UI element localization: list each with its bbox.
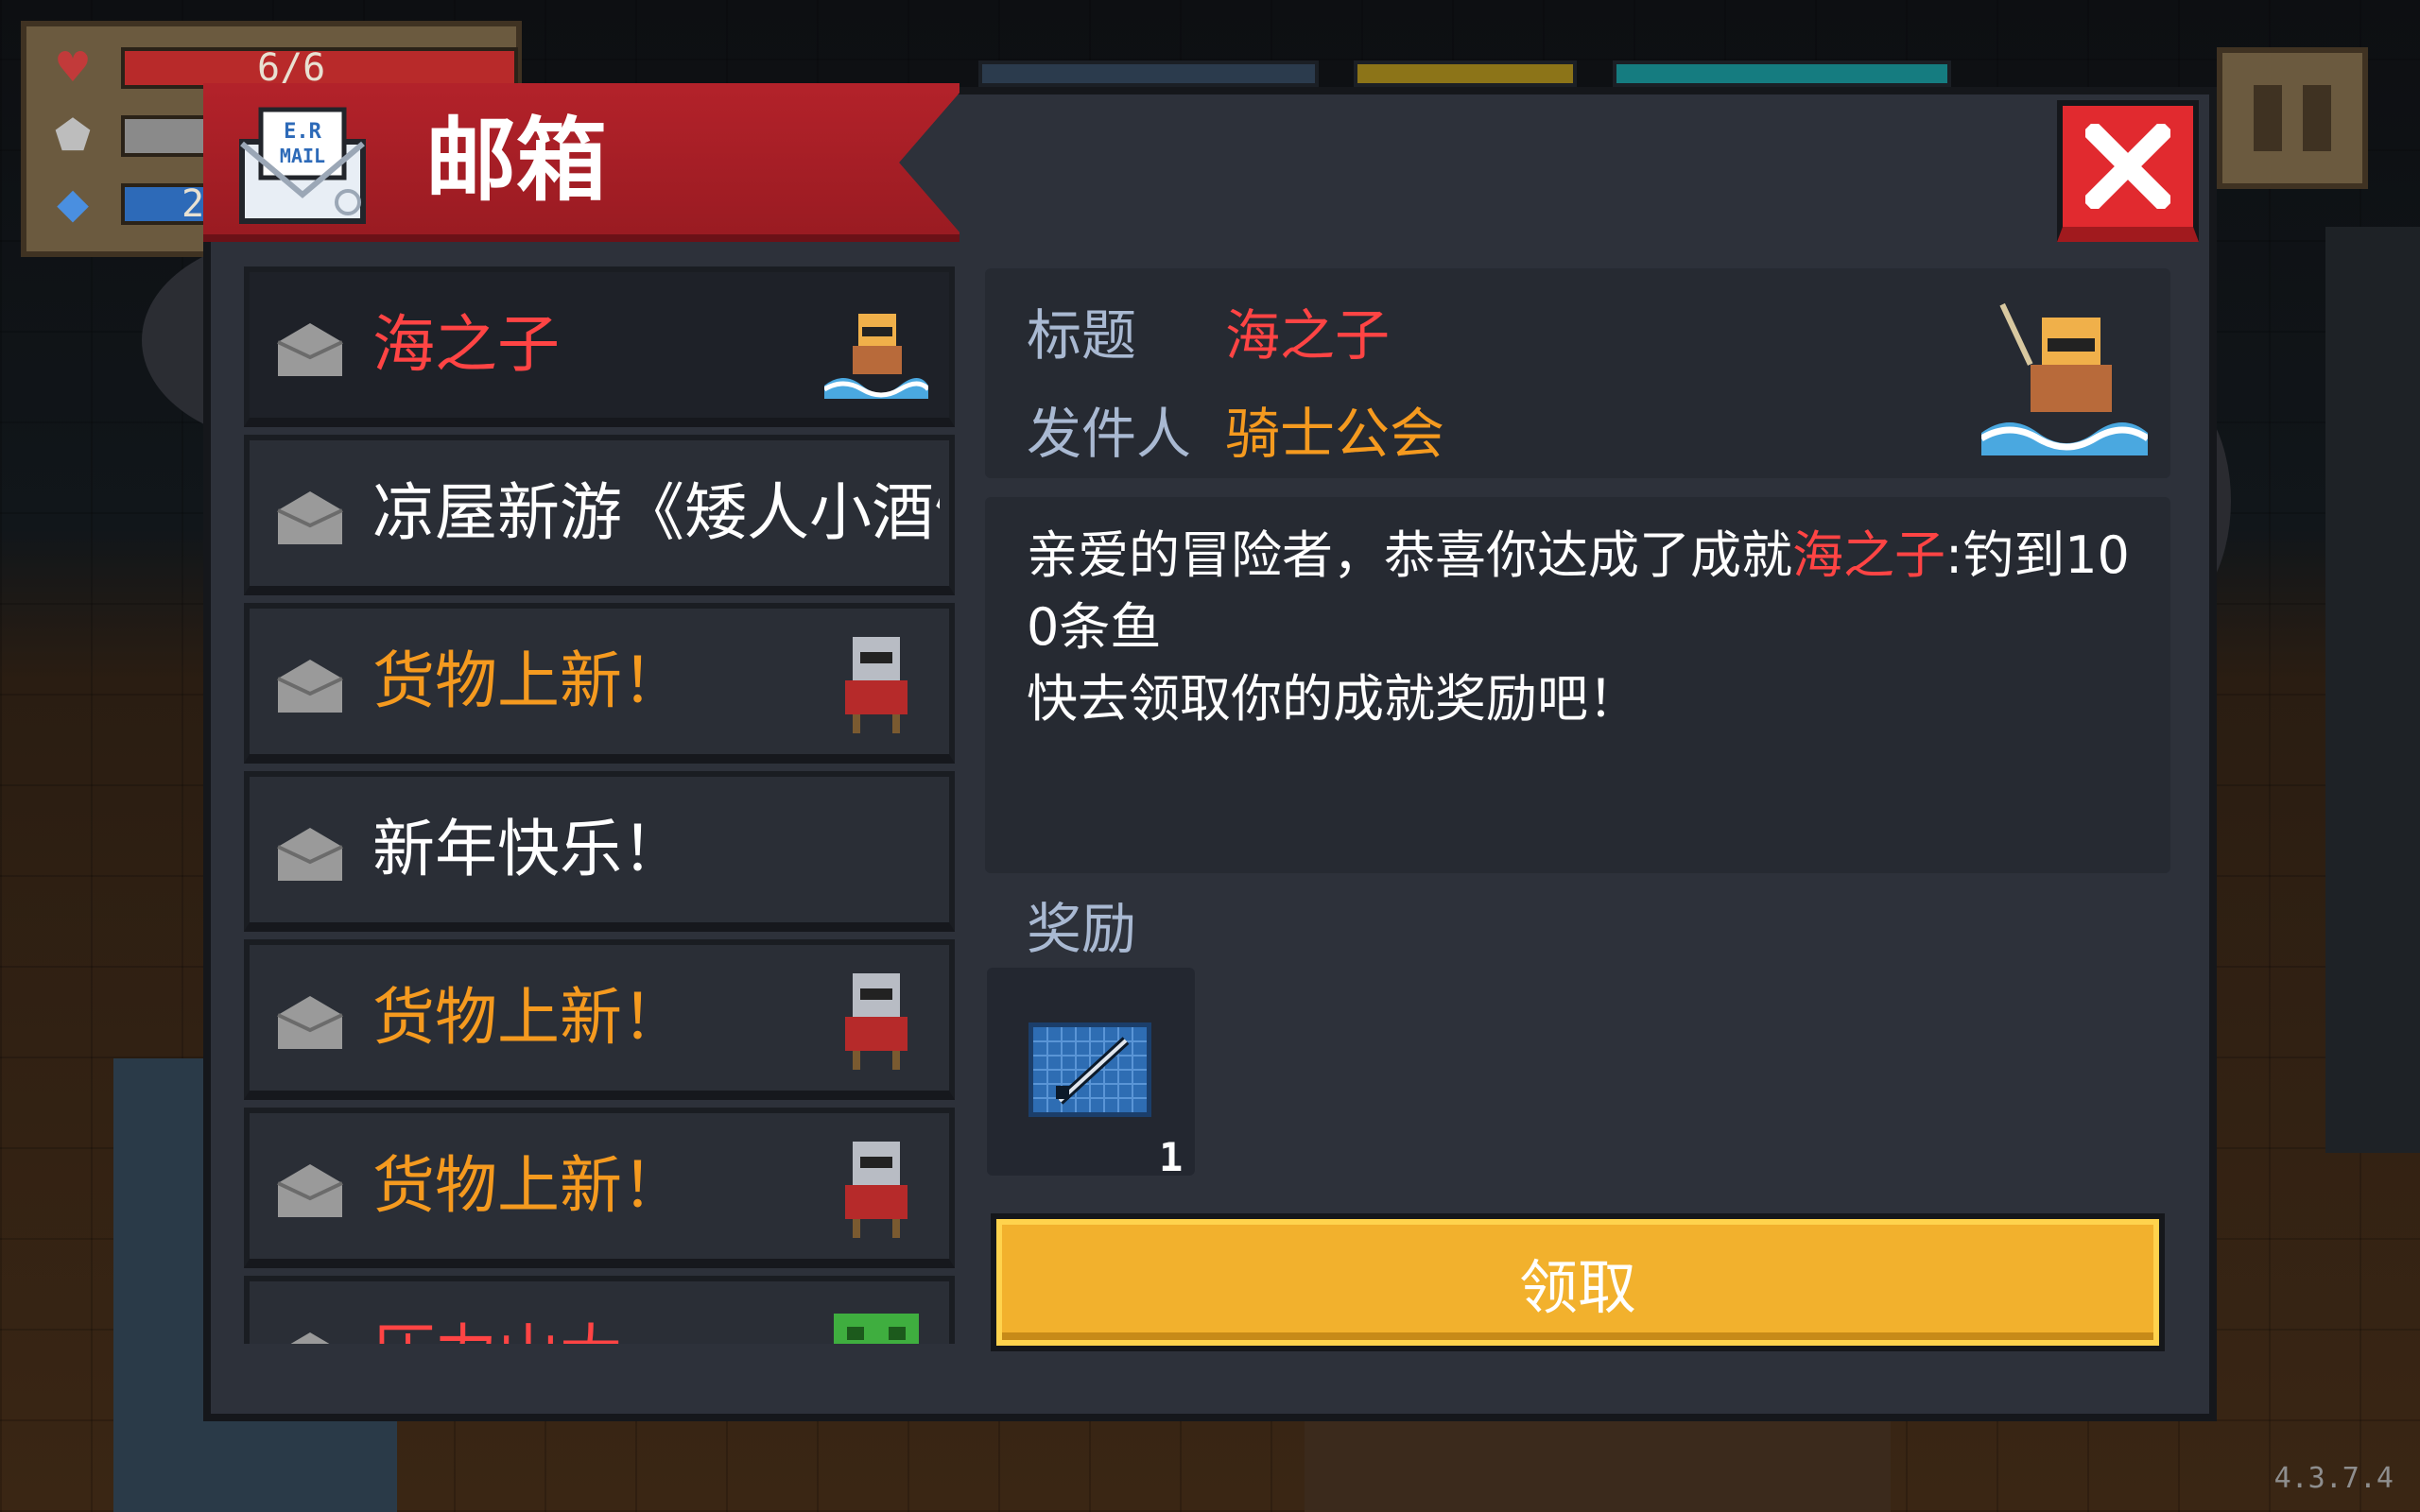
claim-button[interactable]: 领取 [991,1213,2165,1351]
armor-row: ⬟ [49,112,96,161]
frog-portrait-icon [834,1314,919,1344]
title-label: 标题 [1027,303,1137,368]
merchant-portrait-icon [845,1142,908,1238]
shield-icon: ⬟ [54,112,92,160]
envelope-icon [277,1164,343,1217]
mail-body: 亲爱的冒险者，恭喜你达成了成就海之子:钓到100条鱼 快去领取你的成就奖励吧！ [985,497,2170,873]
envelope-icon [277,491,343,544]
heart-icon: ♥ [54,43,92,92]
dialog-title: 邮箱 [425,108,607,214]
envelope-icon [290,1332,330,1344]
sender-value: 骑士公会 [1225,402,1445,466]
sender-label: 发件人 [1027,402,1192,466]
energy-row: ◆ [49,180,96,229]
mail-icon: E.R MAIL [239,107,366,224]
pause-button[interactable] [2217,47,2368,189]
hp-row: ♥ [49,43,96,93]
background-object [1305,1418,1891,1512]
mail-body-text: 亲爱的冒险者，恭喜你达成了成就海之子:钓到100条鱼 快去领取你的成就奖励吧！ [1027,520,2142,735]
reward-slot[interactable]: 1 [987,968,1195,1180]
top-status-tab [1354,60,1577,87]
claim-label: 领取 [1518,1253,1636,1322]
pause-icon [2254,85,2282,151]
mail-list-item[interactable]: 海之子 [244,266,955,427]
body-highlight: 海之子 [1792,525,1945,585]
hp-bar: 6/6 [121,47,518,89]
envelope-icon [277,323,343,376]
fishing-rod-blueprint-icon [1028,1022,1151,1117]
svg-text:E.R: E.R [284,120,321,144]
mail-list-item[interactable]: 压力山大 [244,1276,955,1344]
mail-list-item[interactable]: 凉屋新游《矮人小酒馆》 [244,435,955,595]
mail-title: 凉屋新游《矮人小酒馆》 [372,476,940,549]
mail-list-item[interactable]: 货物上新！ [244,1108,955,1268]
envelope-icon [277,660,343,713]
top-status-tab [1613,60,1951,87]
close-button[interactable] [2057,100,2199,242]
close-icon [2085,124,2170,209]
diamond-icon: ◆ [57,180,89,228]
mail-list-item[interactable]: 货物上新！ [244,939,955,1100]
merchant-portrait-icon [845,637,908,733]
svg-text:MAIL: MAIL [280,145,325,167]
body-text-part: 亲爱的冒险者，恭喜你达成了成就 [1027,525,1792,585]
top-status-tab [978,60,1319,87]
fisher-portrait-icon [1981,302,2148,455]
mail-list-item[interactable]: 新年快乐！ [244,771,955,932]
fisher-portrait-icon [824,314,928,399]
title-value: 海之子 [1225,303,1391,368]
background-object [2325,227,2420,1153]
version-label: 4.3.7.4 [2273,1462,2394,1495]
reward-label: 奖励 [1027,897,1137,961]
mail-list[interactable]: 海之子 凉屋新游《矮人小酒馆》 货物上新！ 新年快乐！ 货物上新！ 货物上新！ [244,266,955,1344]
mail-title: 新年快乐！ [372,813,684,885]
reward-count: 1 [1159,1134,1184,1180]
merchant-portrait-icon [845,973,908,1070]
envelope-icon [277,828,343,881]
body-text-line: 快去领取你的成就奖励吧！ [1027,669,1639,729]
pause-icon [2303,85,2331,151]
envelope-icon [277,996,343,1049]
mail-list-item[interactable]: 货物上新！ [244,603,955,764]
